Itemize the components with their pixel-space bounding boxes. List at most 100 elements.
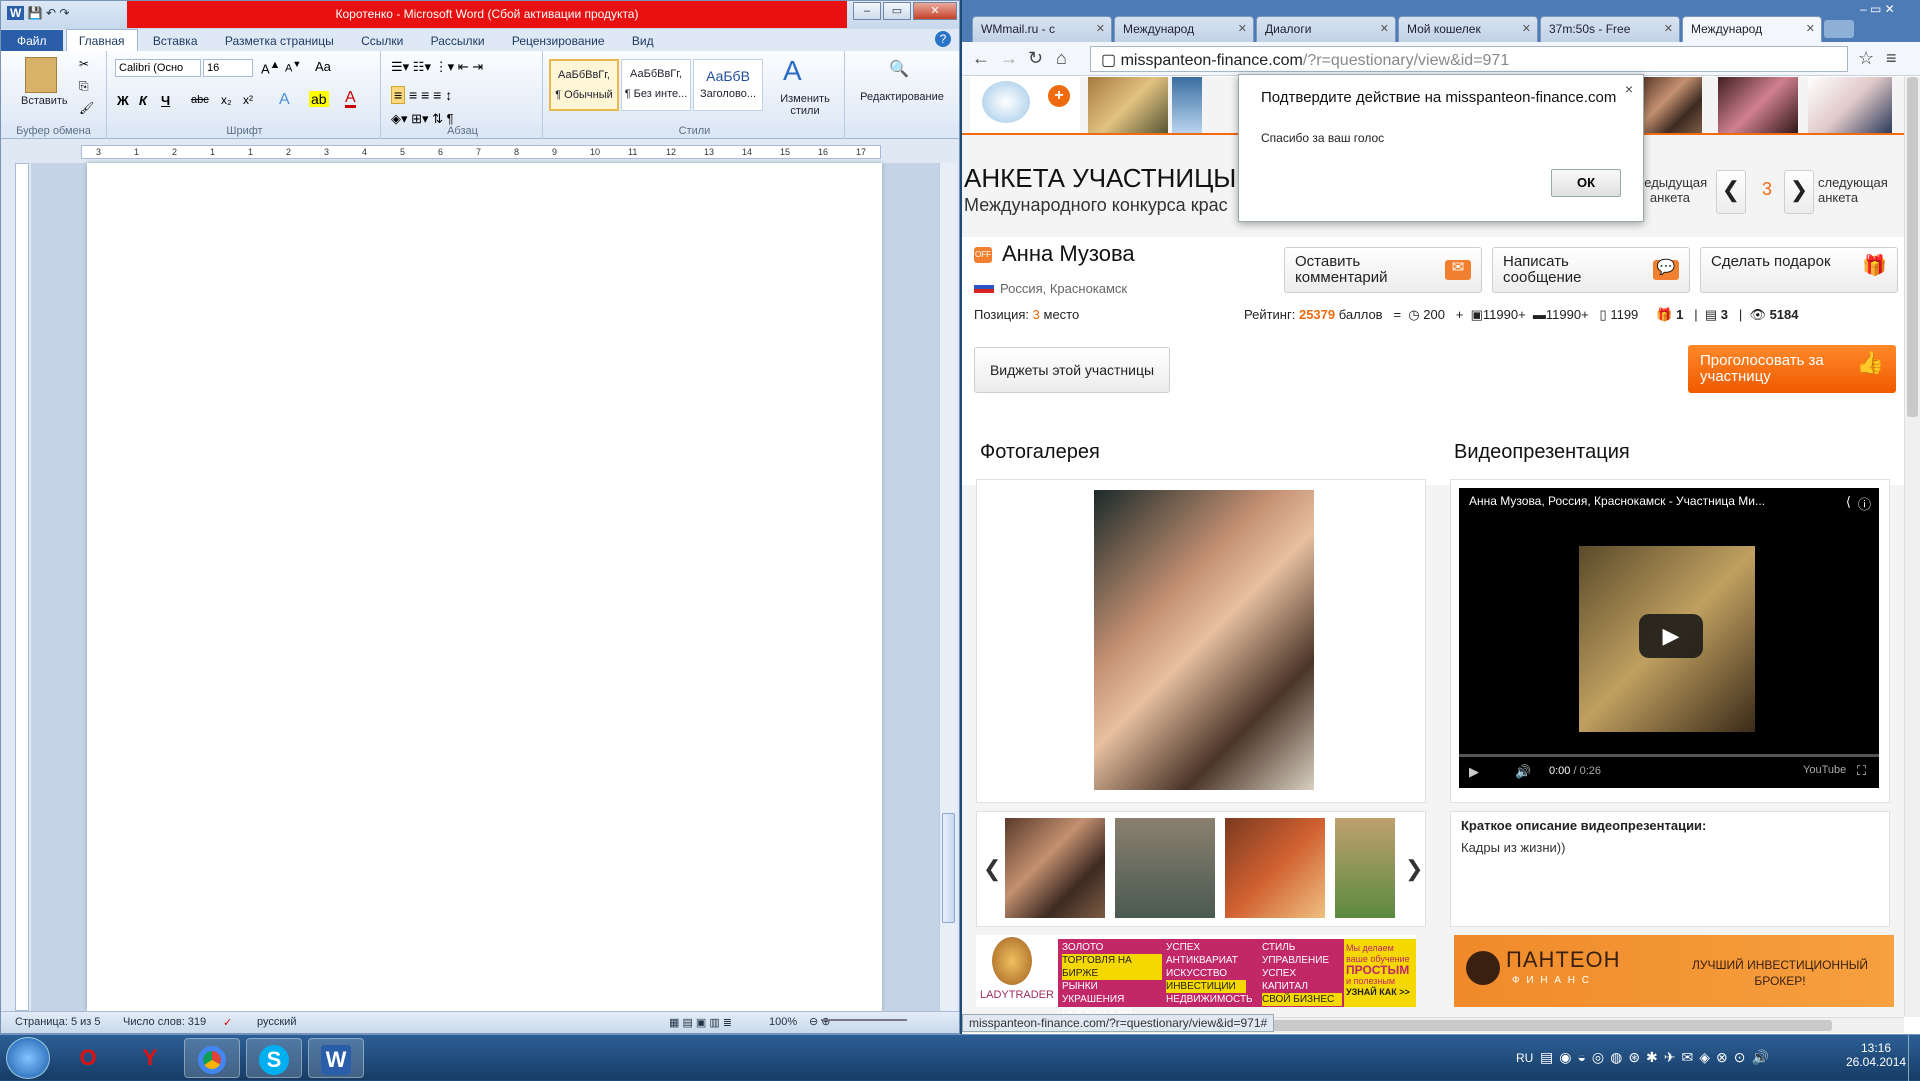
dialog-ok-button[interactable]: ОК — [1551, 169, 1621, 197]
tab-view[interactable]: Вид — [620, 30, 666, 52]
close-button[interactable]: ✕ — [913, 2, 957, 20]
top-thumb[interactable] — [1172, 77, 1202, 133]
superscript-button[interactable]: x² — [243, 93, 253, 107]
gallery-thumb-3[interactable] — [1225, 818, 1325, 918]
help-icon[interactable]: ? — [935, 31, 951, 47]
menu-icon[interactable]: ≡ — [1886, 48, 1897, 69]
fullscreen-icon[interactable]: ⛶ — [1857, 763, 1866, 779]
forward-icon[interactable]: → — [1000, 48, 1018, 69]
save-icon[interactable]: 💾 — [28, 6, 43, 20]
bullets-icon[interactable]: ☰▾ ☷▾ ⋮▾ ⇤ ⇥ — [391, 59, 483, 75]
view-mode-icons[interactable]: ▦ ▤ ▣ ▥ ≣ — [669, 1016, 732, 1029]
video-progress[interactable] — [1459, 754, 1879, 757]
subscript-button[interactable]: x₂ — [221, 93, 232, 107]
close-tab-icon[interactable]: ✕ — [1664, 22, 1673, 35]
font-name-select[interactable]: Calibri (Осно — [115, 59, 201, 77]
strikethrough-button[interactable]: abc — [191, 94, 209, 106]
share-icon[interactable]: ⟨ — [1846, 494, 1851, 510]
undo-icon[interactable]: ↶ — [46, 6, 56, 20]
gallery-thumb-1[interactable] — [1005, 818, 1105, 918]
taskbar-opera-icon[interactable]: O — [60, 1038, 116, 1078]
gallery-thumb-4[interactable] — [1335, 818, 1395, 918]
video-player[interactable]: Анна Музова, Россия, Краснокамск - Участ… — [1459, 488, 1879, 788]
highlight-icon[interactable]: ab — [309, 91, 329, 107]
tab-file[interactable]: Файл — [1, 30, 63, 52]
taskbar-yandex-icon[interactable]: Y — [122, 1038, 178, 1078]
minimize-button[interactable]: ‒ — [853, 2, 881, 20]
tab-home[interactable]: Главная — [65, 29, 138, 52]
address-bar[interactable]: ▢ misspanteon-finance.com/?r=questionary… — [1090, 46, 1848, 72]
next-label[interactable]: следующая анкета — [1818, 175, 1898, 205]
italic-button[interactable]: К — [139, 93, 147, 108]
vertical-ruler[interactable] — [15, 163, 29, 1011]
ladytrader-cta[interactable]: Мы делаем ваше обучение ПРОСТЫМ и полезн… — [1344, 939, 1416, 1007]
tab-references[interactable]: Ссылки — [349, 30, 415, 52]
next-button[interactable]: ❯ — [1784, 170, 1814, 214]
chrome-window-controls[interactable]: ‒ ▭ ✕ — [1860, 2, 1895, 16]
top-thumb[interactable] — [1642, 77, 1702, 133]
close-tab-icon[interactable]: ✕ — [1096, 22, 1105, 35]
document-page[interactable] — [87, 163, 882, 1011]
change-styles-icon[interactable]: A — [783, 55, 802, 87]
binoculars-icon[interactable]: 🔍 — [889, 59, 909, 79]
align-icons[interactable]: ≡ ≡ ≡ ≡ ↕ — [391, 86, 452, 104]
shrink-font-icon[interactable]: A▼ — [285, 59, 301, 75]
tab-review[interactable]: Рецензирование — [500, 30, 617, 52]
close-tab-icon[interactable]: ✕ — [1522, 22, 1531, 35]
word-vertical-scrollbar[interactable] — [939, 163, 957, 1011]
start-button[interactable] — [6, 1037, 50, 1079]
reload-icon[interactable]: ↻ — [1028, 48, 1043, 69]
style-heading[interactable]: АаБбВ Заголово... — [693, 59, 763, 111]
style-normal[interactable]: АаБбВвГг, ¶ Обычный — [549, 59, 619, 111]
tab-mailings[interactable]: Рассылки — [419, 30, 497, 52]
vote-button[interactable]: Проголосовать за участницу 👍 — [1688, 345, 1896, 393]
close-tab-icon[interactable]: ✕ — [1238, 22, 1247, 35]
youtube-logo-icon[interactable]: YouTube — [1803, 764, 1846, 776]
top-thumb[interactable] — [1808, 77, 1892, 133]
chrome-scroll-thumb[interactable] — [1907, 77, 1918, 417]
site-logo[interactable]: + — [970, 77, 1080, 133]
bold-button[interactable]: Ж — [117, 93, 129, 108]
status-words[interactable]: Число слов: 319 — [123, 1016, 206, 1028]
gallery-prev-icon[interactable]: ❮ — [983, 856, 1001, 882]
plus-icon[interactable]: + — [1048, 85, 1070, 107]
zoom-level[interactable]: 100% — [769, 1016, 797, 1028]
clock[interactable]: 13:16 26.04.2014 — [1846, 1041, 1906, 1069]
tab-insert[interactable]: Вставка — [141, 30, 210, 52]
editing-button[interactable]: Редактирование — [849, 91, 955, 103]
quick-access-toolbar[interactable]: W 💾 ↶ ↷ — [7, 6, 69, 20]
copy-icon[interactable]: ⎘ — [79, 79, 89, 94]
font-color-icon[interactable]: A — [345, 90, 356, 108]
back-icon[interactable]: ← — [972, 48, 990, 69]
change-case-button[interactable]: Aa — [315, 59, 331, 74]
zoom-slider[interactable]: ⊖ ⊕ — [809, 1015, 929, 1029]
chrome-vertical-scrollbar[interactable] — [1904, 77, 1920, 1017]
top-thumb[interactable] — [1718, 77, 1798, 133]
language-indicator[interactable]: RU — [1516, 1051, 1533, 1065]
word-scroll-thumb[interactable] — [942, 813, 955, 923]
info-icon[interactable]: ⓘ — [1858, 494, 1871, 513]
paste-button[interactable]: Вставить — [21, 95, 68, 107]
home-icon[interactable]: ⌂ — [1056, 48, 1067, 69]
video-play-small-icon[interactable]: ▶ — [1469, 764, 1479, 780]
write-message-button[interactable]: Написать сообщение 💬 — [1492, 247, 1690, 293]
taskbar-skype-icon[interactable]: S — [246, 1038, 302, 1078]
text-effects-icon[interactable]: A — [279, 91, 290, 109]
make-gift-button[interactable]: Сделать подарок 🎁 — [1700, 247, 1898, 293]
taskbar-word-icon[interactable]: W — [308, 1038, 364, 1078]
play-icon[interactable]: ▶ — [1639, 614, 1703, 658]
underline-button[interactable]: Ч — [161, 93, 170, 108]
align-left-icon[interactable]: ≡ — [391, 86, 406, 104]
tab-dialogs[interactable]: Диалоги ✕ — [1256, 16, 1396, 42]
status-page[interactable]: Страница: 5 из 5 — [15, 1016, 101, 1028]
tab-wmmail[interactable]: WMmail.ru - с ✕ — [972, 16, 1112, 42]
close-tab-icon[interactable]: ✕ — [1806, 22, 1815, 35]
gallery-thumb-2[interactable] — [1115, 818, 1215, 918]
volume-icon[interactable]: 🔊 — [1515, 764, 1531, 780]
tray-icons[interactable]: ▤◉◒◎◍⊛✱✈✉◈⊗⊙🔊 — [1540, 1049, 1775, 1066]
bookmark-star-icon[interactable]: ☆ — [1858, 48, 1874, 69]
horizontal-ruler[interactable]: 3 1 2 1 1 2 3 4 5 6 7 8 9 10 11 12 13 14 15 16 17 — [81, 145, 881, 159]
close-tab-icon[interactable]: ✕ — [1380, 22, 1389, 35]
prev-button[interactable]: ❮ — [1716, 170, 1746, 214]
tab-contest-active[interactable]: Международ ✕ — [1682, 16, 1822, 42]
